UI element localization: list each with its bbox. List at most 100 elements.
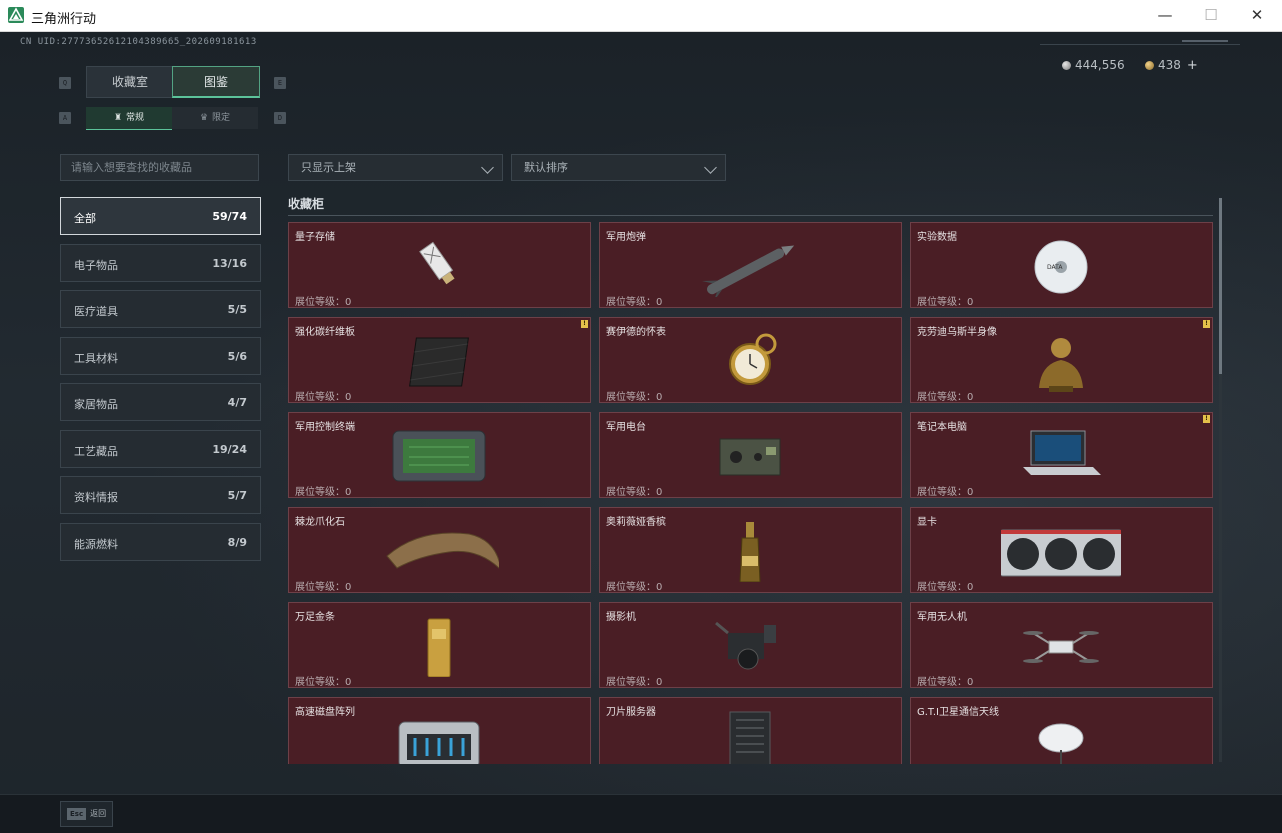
usb-drive-icon — [419, 241, 455, 285]
item-card[interactable]: 笔记本电脑 展位等级：0! — [910, 412, 1213, 498]
new-badge-icon: ! — [1203, 320, 1210, 328]
category-intel[interactable]: 资料情报 5/7 — [60, 476, 261, 514]
category-label: 资料情报 — [74, 491, 118, 504]
level-label: 展位等级： — [606, 677, 656, 688]
level-value: 0 — [656, 677, 663, 688]
chevron-down-icon — [481, 161, 494, 174]
search-input[interactable] — [60, 154, 259, 181]
item-name: 赛伊德的怀表 — [606, 327, 666, 338]
back-button[interactable]: Esc 返回 — [60, 801, 114, 827]
category-label: 电子物品 — [74, 258, 118, 272]
shelf-filter-dropdown[interactable]: 只显示上架 — [288, 154, 503, 181]
close-button[interactable]: ✕ — [1234, 0, 1280, 31]
category-label: 工艺藏品 — [74, 444, 118, 458]
subtab-limited-label: 限定 — [212, 113, 231, 123]
level-value: 0 — [967, 392, 974, 403]
category-count: 5/7 — [227, 489, 247, 502]
tab-catalog[interactable]: 图鉴 — [172, 66, 260, 98]
item-name: 高速磁盘阵列 — [295, 707, 355, 718]
item-level: 展位等级：0 — [295, 388, 351, 403]
item-grid: 量子存储 展位等级：0 军用炮弹 展位等级：0 DATA 实验数据 展位等级：0 强化碳纤维板… — [288, 222, 1214, 764]
category-tools[interactable]: 工具材料 5/6 — [60, 336, 261, 375]
category-all[interactable]: 全部 59/74 — [60, 197, 261, 235]
item-level: 展位等级：0 — [917, 483, 973, 498]
level-value: 0 — [345, 677, 352, 688]
gold-coin-icon — [1145, 61, 1154, 70]
silver-currency: 444,556 — [1062, 58, 1125, 72]
subtab-limited[interactable]: ♛ 限定 — [172, 107, 258, 129]
item-card[interactable]: 显卡展位等级：0 — [910, 507, 1213, 593]
level-value: 0 — [967, 677, 974, 688]
server-icon — [729, 711, 771, 764]
level-value: 0 — [656, 392, 663, 403]
back-label: 返回 — [90, 809, 107, 818]
disk-array-icon — [398, 721, 480, 764]
sort-value: 默认排序 — [524, 161, 568, 174]
item-card[interactable]: 高速磁盘阵列展位等级：0 — [288, 697, 591, 764]
item-card[interactable]: 军用炮弹展位等级：0 — [599, 222, 902, 308]
gold-amount: 438 — [1158, 58, 1181, 72]
category-label: 能源燃料 — [74, 537, 118, 551]
section-divider — [288, 215, 1213, 216]
level-label: 展位等级： — [917, 297, 967, 308]
item-level: 展位等级：0 — [295, 673, 351, 688]
item-card[interactable]: 军用控制终端 展位等级：0 — [288, 412, 591, 498]
category-energy[interactable]: 能源燃料 8/9 — [60, 522, 261, 561]
category-medical[interactable]: 医疗道具 5/5 — [60, 290, 261, 328]
carbon-plate-icon — [409, 337, 469, 387]
item-level: 展位等级：0 — [295, 483, 351, 498]
item-card[interactable]: 克劳迪乌斯半身像 展位等级：0! — [910, 317, 1213, 403]
level-value: 0 — [656, 297, 663, 308]
drone-icon — [1023, 631, 1099, 663]
subtab-regular[interactable]: ♜ 常规 — [86, 107, 172, 130]
level-value: 0 — [345, 392, 352, 403]
level-value: 0 — [656, 582, 663, 593]
item-name: G.T.I卫星通信天线 — [917, 707, 999, 718]
category-electronics[interactable]: 电子物品 13/16 — [60, 243, 261, 282]
item-card[interactable]: DATA 实验数据 展位等级：0 — [910, 222, 1213, 308]
esc-key-hint: Esc — [67, 808, 87, 820]
gold-bar-icon — [427, 618, 451, 677]
category-label: 全部 — [74, 212, 96, 225]
new-badge-icon: ! — [581, 320, 588, 328]
item-level: 展位等级：0 — [917, 578, 973, 593]
item-card[interactable]: 万足金条 展位等级：0 — [288, 602, 591, 688]
category-list: 全部 59/74 电子物品 13/16 医疗道具 5/5 工具材料 5/6 家居物品 4/… — [60, 197, 261, 569]
tab-collection-room[interactable]: 收藏室 — [86, 66, 174, 98]
item-name: 军用炮弹 — [606, 232, 646, 243]
sort-dropdown[interactable]: 默认排序 — [511, 154, 726, 181]
item-card[interactable]: 强化碳纤维板 展位等级：0! — [288, 317, 591, 403]
window-title: 三角洲行动 — [31, 12, 97, 27]
item-name: 显卡 — [917, 517, 937, 528]
item-card[interactable]: 军用无人机 展位等级：0 — [910, 602, 1213, 688]
maximize-button[interactable]: ☐ — [1188, 0, 1234, 31]
item-card[interactable]: 赛伊德的怀表 展位等级：0 — [599, 317, 902, 403]
scrollbar-thumb[interactable] — [1219, 198, 1222, 374]
item-card[interactable]: G.T.I卫星通信天线展位等级：0 — [910, 697, 1213, 764]
level-label: 展位等级： — [606, 582, 656, 593]
app-logo-icon — [8, 7, 24, 23]
uid-label: CN UID:27773652612104389665_202609181613 — [20, 37, 257, 47]
level-label: 展位等级： — [295, 392, 345, 403]
category-crafts[interactable]: 工艺藏品 19/24 — [60, 429, 261, 468]
section-title: 收藏柜 — [288, 197, 325, 211]
key-hint-a: A — [59, 112, 71, 124]
tablet-terminal-icon — [392, 430, 486, 482]
level-value: 0 — [345, 487, 352, 498]
item-level: 展位等级：0 — [606, 673, 662, 688]
item-card[interactable]: 刀片服务器展位等级：0 — [599, 697, 902, 764]
item-card[interactable]: 棘龙爪化石 展位等级：0 — [288, 507, 591, 593]
item-level: 展位等级：0 — [295, 578, 351, 593]
item-card[interactable]: 奥莉薇娅香槟 展位等级：0 — [599, 507, 902, 593]
item-level: 展位等级：0 — [606, 293, 662, 308]
key-hint-e: E — [274, 77, 286, 89]
category-label: 医疗道具 — [74, 305, 118, 318]
minimize-button[interactable]: — — [1142, 0, 1188, 31]
item-card[interactable]: 量子存储 展位等级：0 — [288, 222, 591, 308]
level-value: 0 — [656, 487, 663, 498]
add-currency-button[interactable]: + — [1187, 58, 1198, 73]
item-name: 量子存储 — [295, 232, 335, 243]
item-card[interactable]: 摄影机 展位等级：0 — [599, 602, 902, 688]
item-card[interactable]: 军用电台 展位等级：0 — [599, 412, 902, 498]
category-household[interactable]: 家居物品 4/7 — [60, 383, 261, 421]
